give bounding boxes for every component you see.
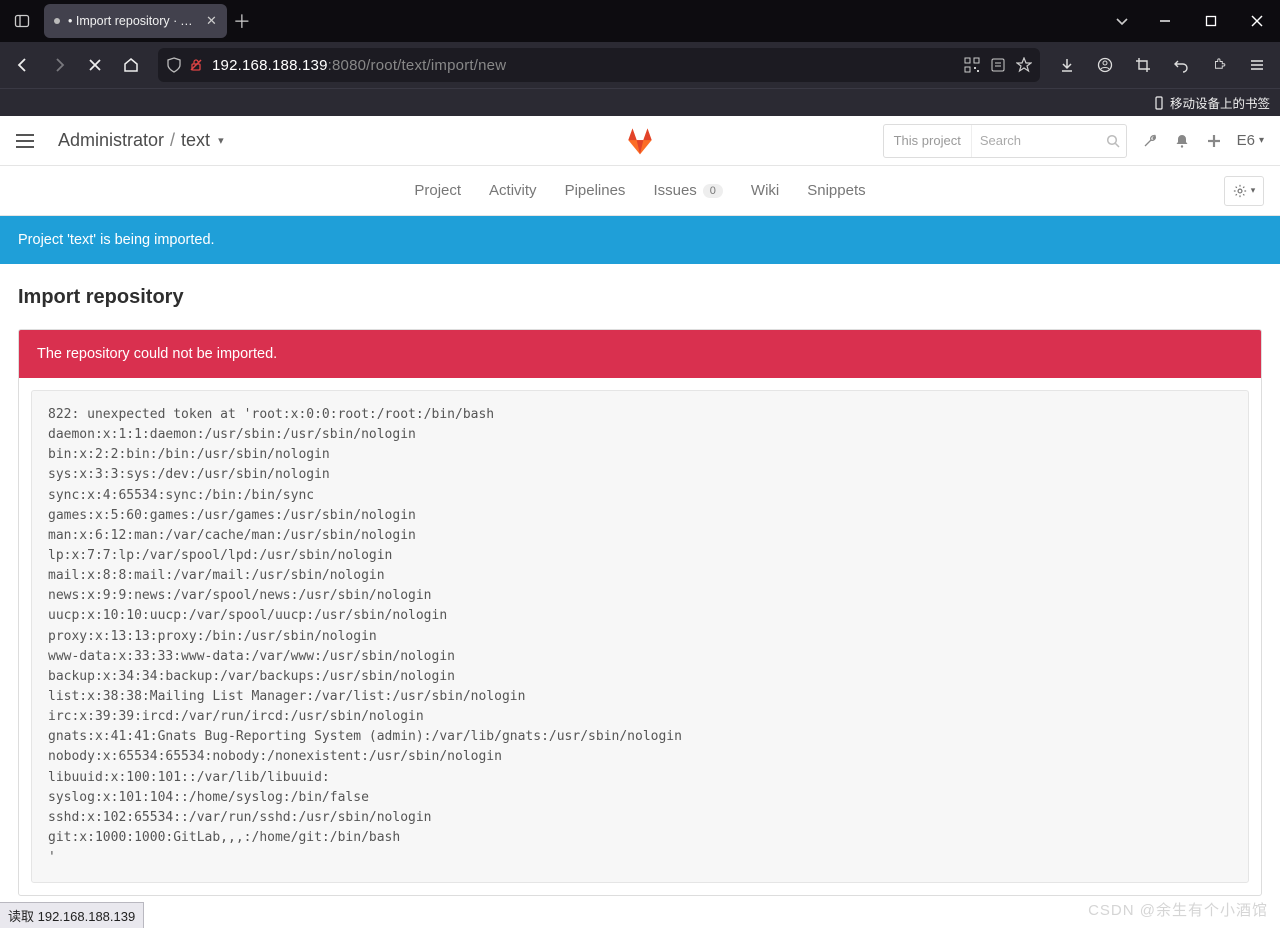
- lock-insecure-icon: [188, 57, 204, 73]
- tab-wiki[interactable]: Wiki: [751, 182, 779, 199]
- puzzle-icon: [1211, 57, 1227, 73]
- reader-icon[interactable]: [990, 57, 1006, 73]
- search-button[interactable]: [1106, 134, 1120, 148]
- stop-button[interactable]: [78, 48, 112, 82]
- maximize-icon: [1205, 15, 1217, 27]
- window-minimize-button[interactable]: [1142, 4, 1188, 38]
- downloads-button[interactable]: [1050, 48, 1084, 82]
- url-path: /root/text/import/new: [366, 57, 506, 74]
- account-button[interactable]: [1088, 48, 1122, 82]
- breadcrumb-project[interactable]: text: [181, 130, 210, 151]
- mobile-icon: [1152, 96, 1166, 110]
- navbar: 192.168.188.139:8080/root/text/import/ne…: [0, 42, 1280, 88]
- home-button[interactable]: [114, 48, 148, 82]
- titlebar: • Import repository · Adr ✕ ＋: [0, 0, 1280, 42]
- arrow-right-icon: [50, 56, 68, 74]
- admin-wrench-button[interactable]: [1141, 132, 1159, 150]
- tab-activity[interactable]: Activity: [489, 182, 537, 199]
- user-menu[interactable]: E6 ▾: [1237, 132, 1264, 149]
- user-label: E6: [1237, 132, 1255, 149]
- screenshot-button[interactable]: [1126, 48, 1160, 82]
- tab-pipelines[interactable]: Pipelines: [565, 182, 626, 199]
- arrow-left-icon: [14, 56, 32, 74]
- undo-button[interactable]: [1164, 48, 1198, 82]
- browser-statusbar: 读取 192.168.188.139: [0, 902, 144, 928]
- page-title: Import repository: [0, 264, 1280, 329]
- close-icon: [1251, 15, 1263, 27]
- url-host: 192.168.188.139: [212, 57, 328, 74]
- back-button[interactable]: [6, 48, 40, 82]
- window-maximize-button[interactable]: [1188, 4, 1234, 38]
- undo-icon: [1173, 57, 1189, 73]
- qr-icon[interactable]: [964, 57, 980, 73]
- wrench-icon: [1142, 133, 1158, 149]
- bookmark-mobile-folder[interactable]: 移动设备上的书签: [1152, 93, 1270, 112]
- home-icon: [122, 56, 140, 74]
- minimize-icon: [1159, 15, 1171, 27]
- create-new-button[interactable]: [1205, 132, 1223, 150]
- hamburger-icon: [1249, 57, 1265, 73]
- tab-title: • Import repository · Adr: [68, 14, 198, 28]
- caret-down-icon: ▾: [1251, 185, 1256, 196]
- watermark: CSDN @余生有个小酒馆: [1088, 899, 1268, 920]
- sidebar-toggle-button[interactable]: [4, 4, 40, 38]
- account-icon: [1097, 57, 1113, 73]
- gear-icon: [1233, 184, 1247, 198]
- tab-issues-label: Issues: [653, 182, 696, 199]
- caret-down-icon: ▾: [1259, 135, 1264, 146]
- forward-button[interactable]: [42, 48, 76, 82]
- stop-icon: [87, 57, 103, 73]
- error-panel: The repository could not be imported. 82…: [18, 329, 1262, 896]
- browser-tab[interactable]: • Import repository · Adr ✕: [44, 4, 227, 38]
- crop-icon: [1135, 57, 1151, 73]
- tab-close-button[interactable]: ✕: [206, 13, 217, 29]
- url-text: 192.168.188.139:8080/root/text/import/ne…: [212, 57, 956, 74]
- error-output: 822: unexpected token at 'root:x:0:0:roo…: [31, 390, 1249, 883]
- shield-icon: [166, 57, 182, 73]
- download-icon: [1059, 57, 1075, 73]
- plus-icon: [1206, 133, 1222, 149]
- bookmark-label: 移动设备上的书签: [1170, 93, 1270, 112]
- bell-icon: [1174, 133, 1190, 149]
- menu-button[interactable]: [1240, 48, 1274, 82]
- url-port: :8080: [328, 57, 367, 74]
- breadcrumb-dropdown[interactable]: ▾: [218, 134, 224, 147]
- error-panel-title: The repository could not be imported.: [19, 330, 1261, 378]
- project-settings-button[interactable]: ▾: [1224, 176, 1264, 206]
- flash-info: Project 'text' is being imported.: [0, 216, 1280, 264]
- tab-issues[interactable]: Issues 0: [653, 182, 722, 199]
- tab-project[interactable]: Project: [414, 182, 461, 199]
- tab-snippets[interactable]: Snippets: [807, 182, 865, 199]
- search-scope[interactable]: This project: [884, 125, 972, 157]
- search-input[interactable]: [972, 133, 1126, 148]
- project-tabs-row: Project Activity Pipelines Issues0 Wiki …: [0, 166, 1280, 216]
- tabs-dropdown-button[interactable]: [1102, 14, 1142, 28]
- browser-chrome: • Import repository · Adr ✕ ＋ 192.168.18…: [0, 0, 1280, 116]
- notifications-button[interactable]: [1173, 132, 1191, 150]
- extensions-button[interactable]: [1202, 48, 1236, 82]
- search-box: This project: [883, 124, 1127, 158]
- search-icon: [1106, 134, 1120, 148]
- window-close-button[interactable]: [1234, 4, 1280, 38]
- breadcrumb-user[interactable]: Administrator: [58, 130, 164, 151]
- chevron-down-icon: [1115, 14, 1129, 28]
- issues-count-badge: 0: [703, 184, 723, 198]
- sidebar-icon: [14, 13, 30, 29]
- gitlab-header: Administrator / text ▾ This project E6 ▾: [0, 116, 1280, 166]
- tab-favicon: [54, 18, 60, 24]
- gitlab-logo[interactable]: [625, 126, 655, 156]
- new-tab-button[interactable]: ＋: [227, 8, 257, 34]
- url-bar[interactable]: 192.168.188.139:8080/root/text/import/ne…: [158, 48, 1040, 82]
- bookmark-bar: 移动设备上的书签: [0, 88, 1280, 116]
- sidebar-toggle[interactable]: [16, 134, 40, 148]
- breadcrumb-sep: /: [170, 130, 175, 151]
- star-icon[interactable]: [1016, 57, 1032, 73]
- gitlab-logo-icon: [625, 126, 655, 156]
- breadcrumb: Administrator / text ▾: [58, 130, 224, 151]
